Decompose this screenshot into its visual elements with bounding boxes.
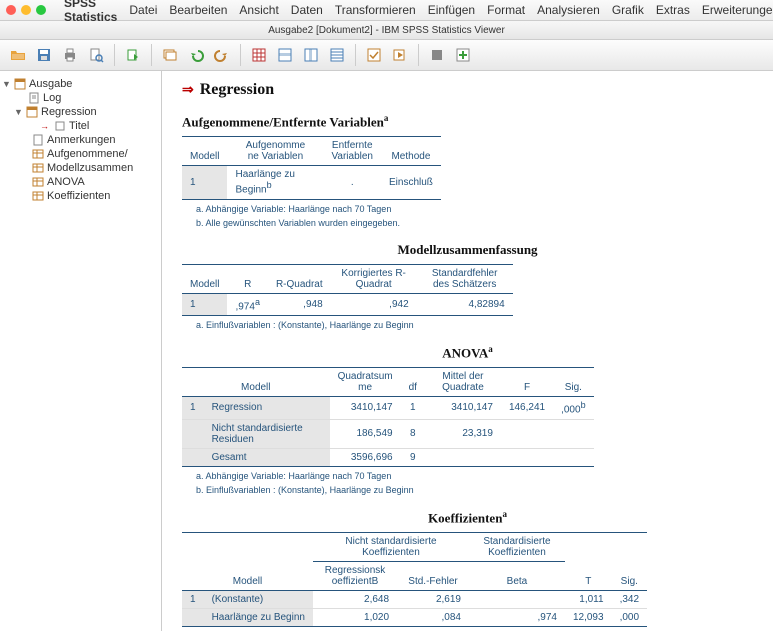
collapse-icon[interactable]: ▼	[14, 107, 23, 117]
window-title: Ausgabe2 [Dokument2] - IBM SPSS Statisti…	[268, 25, 505, 36]
folder-icon	[26, 106, 38, 118]
add-button[interactable]	[451, 43, 475, 67]
outline-item[interactable]: Aufgenommene/	[47, 148, 128, 160]
outline-item[interactable]: Anmerkungen	[47, 134, 116, 146]
anova-table: ModellQuadratsum medfMittel der Quadrate…	[182, 367, 594, 466]
footnote: b. Einflußvariablen : (Konstante), Haarl…	[196, 485, 556, 495]
menu-graphs[interactable]: Grafik	[612, 3, 644, 17]
redo-button[interactable]	[210, 43, 234, 67]
menu-extensions[interactable]: Erweiterungen	[702, 3, 773, 17]
footnote: a. Abhängige Variable: Haarlänge nach 70…	[196, 204, 556, 214]
outline-item[interactable]: Koeffizienten	[47, 190, 110, 202]
close-window-icon[interactable]	[6, 5, 16, 15]
print-button[interactable]	[58, 43, 82, 67]
save-button[interactable]	[32, 43, 56, 67]
outline-pane[interactable]: ▼ Ausgabe Log ▼ Regression →Titel Anmerk…	[0, 71, 162, 631]
coefficients-table: ModellNicht standardisierte Koeffiziente…	[182, 532, 647, 627]
menu-data[interactable]: Daten	[291, 3, 323, 17]
goto-case-button[interactable]	[273, 43, 297, 67]
menu-transform[interactable]: Transformieren	[335, 3, 416, 17]
table-icon	[32, 162, 44, 174]
window-controls	[6, 5, 46, 15]
recall-dialog-button[interactable]	[158, 43, 182, 67]
output-content[interactable]: ⇒Regression Aufgenommene/Entfernte Varia…	[162, 71, 773, 631]
table1-title: Aufgenommene/Entfernte Variablena	[182, 113, 753, 130]
notes-icon	[32, 134, 44, 146]
arrow-icon: ⇒	[182, 82, 194, 99]
table4-title: Koeffizientena	[182, 509, 753, 526]
menu-file[interactable]: Datei	[129, 3, 157, 17]
output-icon	[14, 78, 26, 90]
minimize-window-icon[interactable]	[21, 5, 31, 15]
collapse-icon[interactable]: ▼	[2, 79, 11, 89]
log-icon	[28, 92, 40, 104]
model-summary-table: ModellRR-QuadratKorrigiertes R-QuadratSt…	[182, 264, 513, 316]
outline-regression[interactable]: Regression	[41, 106, 97, 118]
variables-button[interactable]	[325, 43, 349, 67]
undo-button[interactable]	[184, 43, 208, 67]
outline-root[interactable]: Ausgabe	[29, 78, 72, 90]
export-button[interactable]	[121, 43, 145, 67]
menu-format[interactable]: Format	[487, 3, 525, 17]
footnote: b. Alle gewünschten Variablen wurden ein…	[196, 218, 556, 228]
table-icon	[32, 176, 44, 188]
menubar: SPSS Statistics Datei Bearbeiten Ansicht…	[0, 0, 773, 21]
menu-view[interactable]: Ansicht	[239, 3, 278, 17]
table2-title: Modellzusammenfassung	[182, 242, 753, 258]
table-icon	[32, 190, 44, 202]
table-icon	[32, 148, 44, 160]
outline-item[interactable]: ANOVA	[47, 176, 85, 188]
footnote: a. Abhängige Variable: Haarlänge nach 70…	[196, 471, 556, 481]
footnote: a. Einflußvariablen : (Konstante), Haarl…	[196, 320, 556, 330]
variables-table: ModellAufgenomme ne VariablenEntfernte V…	[182, 136, 441, 199]
open-button[interactable]	[6, 43, 30, 67]
outline-item[interactable]: Modellzusammen	[47, 162, 133, 174]
outline-log[interactable]: Log	[43, 92, 61, 104]
menu-utilities[interactable]: Extras	[656, 3, 690, 17]
menu-insert[interactable]: Einfügen	[428, 3, 475, 17]
outline-item[interactable]: Titel	[69, 120, 89, 132]
goto-variable-button[interactable]	[299, 43, 323, 67]
print-preview-button[interactable]	[84, 43, 108, 67]
table3-title: ANOVAa	[182, 344, 753, 361]
menu-analyze[interactable]: Analysieren	[537, 3, 600, 17]
app-name: SPSS Statistics	[64, 0, 117, 24]
page-title: ⇒Regression	[182, 81, 753, 99]
toolbar	[0, 40, 773, 71]
menu-edit[interactable]: Bearbeiten	[169, 3, 227, 17]
designate-window-button[interactable]	[425, 43, 449, 67]
run-button[interactable]	[388, 43, 412, 67]
goto-data-button[interactable]	[247, 43, 271, 67]
maximize-window-icon[interactable]	[36, 5, 46, 15]
title-icon	[54, 120, 66, 132]
select-button[interactable]	[362, 43, 386, 67]
